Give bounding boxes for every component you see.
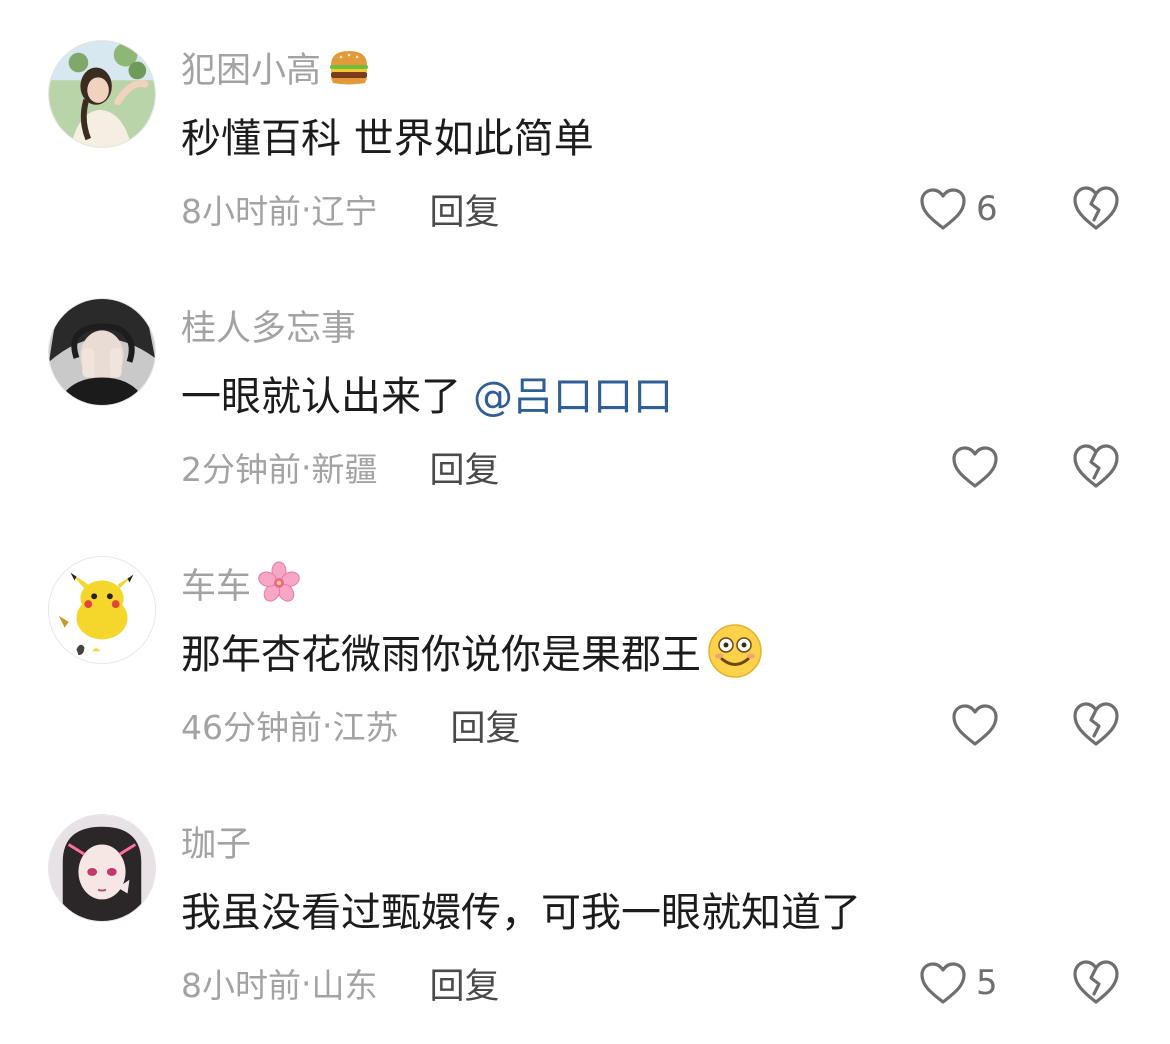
comment-text: 那年杏花微雨你说你是果郡王 [181,623,763,679]
reply-button[interactable]: 回复 [430,442,500,493]
heart-outline-icon [918,186,968,232]
like-button[interactable] [950,442,1008,492]
heart-outline-icon [950,444,1000,490]
timestamp: 2分钟前 [181,450,301,489]
like-button[interactable] [950,700,1008,750]
comment-item: 桂人多忘事 一眼就认出来了 @吕口口口 2分钟前 · 新疆 回复 [0,258,1170,516]
comment-text: 秒懂百科 世界如此简单 [181,107,594,163]
username[interactable]: 车车 [181,560,301,607]
comment-text: 我虽没看过甄嬛传，可我一眼就知道了 [181,881,861,937]
timestamp: 46分钟前 [181,708,322,747]
username[interactable]: 珈子 [181,818,252,865]
comment-meta: 8小时前 · 山东 回复 [181,958,500,1009]
cherry-blossom-emoji-icon [257,561,301,605]
avatar[interactable] [48,40,156,148]
broken-heart-icon [1071,442,1121,490]
username-text: 珈子 [181,824,252,865]
dislike-button[interactable] [1071,184,1121,232]
meta-separator: · [322,705,333,745]
reply-button[interactable]: 回复 [451,700,521,751]
reply-button[interactable]: 回复 [430,184,500,235]
timestamp: 8小时前 [181,966,301,1005]
comment-body: 秒懂百科 世界如此简单 [181,116,594,162]
comment-item: 车车 那年杏花微雨你说你是果郡王 46分钟前 · 江苏 回复 [0,516,1170,774]
avatar[interactable] [48,556,156,664]
broken-heart-icon [1071,700,1121,748]
hamburger-emoji-icon [327,45,371,89]
location: 江苏 [332,708,399,747]
mention-link[interactable]: @吕口口口 [473,364,673,422]
location: 辽宁 [311,192,378,231]
username-text: 犯困小高 [181,50,322,91]
like-count: 6 [976,189,998,229]
dislike-button[interactable] [1071,958,1121,1006]
meta-separator: · [301,963,312,1003]
avatar[interactable] [48,298,156,406]
dislike-button[interactable] [1071,700,1121,748]
timestamp: 8小时前 [181,192,301,231]
comment-body: 一眼就认出来了 [181,374,461,420]
comment-meta: 46分钟前 · 江苏 回复 [181,700,521,751]
heart-outline-icon [918,960,968,1006]
username[interactable]: 桂人多忘事 [181,302,357,349]
username-text: 桂人多忘事 [181,308,357,349]
comment-item: 犯困小高 秒懂百科 世界如此简单 8小时前 · 辽宁 回复 6 [0,0,1170,258]
like-button[interactable]: 6 [918,184,998,234]
username-text: 车车 [181,566,252,607]
comment-meta: 8小时前 · 辽宁 回复 [181,184,500,235]
comment-text: 一眼就认出来了 @吕口口口 [181,365,673,421]
grinning-face-emoji-icon [707,623,763,679]
location: 新疆 [311,450,378,489]
username[interactable]: 犯困小高 [181,44,371,91]
comment-meta: 2分钟前 · 新疆 回复 [181,442,500,493]
comment-item: 珈子 我虽没看过甄嬛传，可我一眼就知道了 8小时前 · 山东 回复 5 [0,774,1170,1032]
broken-heart-icon [1071,184,1121,232]
location: 山东 [311,966,378,1005]
comment-body: 我虽没看过甄嬛传，可我一眼就知道了 [181,890,861,936]
meta-separator: · [301,189,312,229]
dislike-button[interactable] [1071,442,1121,490]
avatar[interactable] [48,814,156,922]
comment-body: 那年杏花微雨你说你是果郡王 [181,632,701,678]
broken-heart-icon [1071,958,1121,1006]
reply-button[interactable]: 回复 [430,958,500,1009]
like-count: 5 [976,963,998,1003]
like-button[interactable]: 5 [918,958,998,1008]
heart-outline-icon [950,702,1000,748]
meta-separator: · [301,447,312,487]
